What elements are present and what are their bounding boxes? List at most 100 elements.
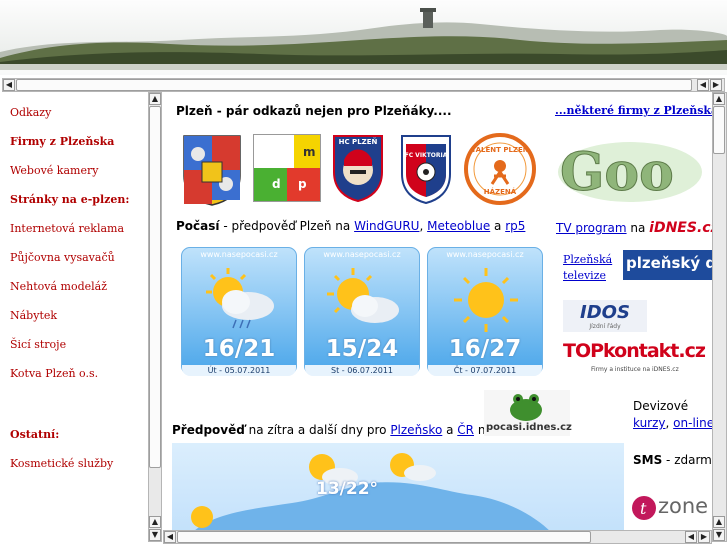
weather-card-temp: 16/21 [202, 336, 276, 362]
pocasi-idnes-logo[interactable]: pocasi.idnes.cz [484, 390, 572, 436]
idnes-logo[interactable]: iDNES.cz [649, 220, 719, 236]
weather-links-line: Počasí - předpověď Plzeň na WindGURU, Me… [176, 219, 525, 233]
coat-of-arms-icon [183, 135, 241, 206]
pmdp-cell [254, 135, 287, 168]
scroll-left-button[interactable]: ◀ [3, 79, 15, 91]
weather-card-source: www.nasepocasi.cz [446, 250, 524, 259]
nav-link-nehtova[interactable]: Nehtová modeláž [10, 280, 107, 293]
firms-link[interactable]: ...některé firmy z Plzeňska, l [555, 104, 727, 117]
viktoria-logo-text: FC VIKTORIA [404, 152, 448, 159]
scrollbar-thumb[interactable] [16, 79, 692, 91]
zone-logo[interactable]: t zone [631, 493, 715, 523]
idos-logo[interactable]: IDOS Jízdní řády [563, 300, 647, 332]
plzensky-denik-text: plzeňský d [626, 254, 713, 272]
nav-heading-e-plzen: Stránky na e-plzen: [10, 193, 130, 206]
weather-label: Počasí [176, 219, 220, 233]
online-link[interactable]: on-line [673, 416, 714, 430]
televize-text: televize [563, 269, 606, 282]
forecast-mid: a [442, 423, 458, 437]
kurzy-line: kurzy, on-line [633, 416, 715, 430]
sms-label: SMS [633, 453, 663, 467]
talent-logo-text: TALENT PLZEŇ [471, 146, 529, 154]
weather-card-day2[interactable]: www.nasepocasi.cz 15/24 St - 06.07.2011 [304, 247, 420, 376]
viktoria-plzen-logo[interactable]: FC VIKTORIA [398, 132, 454, 205]
nav-link-kotva[interactable]: Kotva Plzeň o.s. [10, 367, 98, 380]
map-temperature: 13/22° [316, 479, 379, 499]
sms-line: SMS - zdarma [633, 453, 719, 467]
nav-link-sici-stroje[interactable]: Šicí stroje [10, 338, 66, 351]
scrollbar-thumb[interactable] [149, 106, 161, 468]
pmdp-letter-p2: p [298, 177, 307, 191]
pmdp-logo[interactable]: p m d p [253, 134, 321, 202]
svg-text:t: t [640, 499, 647, 518]
topkontakt-logo[interactable]: TOPkontakt.cz Firmy a instituce na iDNES… [563, 338, 706, 378]
plzensko-link[interactable]: Plzeňsko [390, 423, 442, 437]
topkontakt-text: TOPkontakt.cz [563, 340, 706, 362]
scroll-left-button[interactable]: ◀ [164, 531, 176, 543]
hazena-logo-text: HÁZENÁ [483, 188, 517, 196]
scroll-up-button[interactable]: ▲ [149, 93, 161, 105]
nav-link-webove-kamery[interactable]: Webové kamery [10, 164, 98, 177]
weather-card-day1[interactable]: www.nasepocasi.cz 16/21 Út - 05.07.2011 [181, 247, 297, 376]
tv-na: na [626, 221, 650, 235]
nav-link-odkazy[interactable]: Odkazy [10, 106, 51, 119]
weather-card-day3[interactable]: www.nasepocasi.cz 16/27 Čt - 07.07.2011 [427, 247, 543, 376]
weather-card-temp: 16/27 [448, 336, 522, 362]
scrollbar-thumb[interactable] [713, 106, 725, 154]
nav-link-reklama[interactable]: Internetová reklama [10, 222, 124, 235]
meteoblue-link[interactable]: Meteoblue [427, 219, 490, 233]
scrollbar-thumb[interactable] [177, 531, 591, 543]
scroll-left-button[interactable]: ◀ [697, 79, 709, 91]
pmdp-letter-m-text: m [303, 145, 316, 159]
pmdp-cell-green [254, 168, 287, 201]
idos-text: IDOS [580, 302, 630, 323]
rp5-link[interactable]: rp5 [505, 219, 525, 233]
weather-card-date: Út - 05.07.2011 [182, 365, 296, 376]
nav-link-kosmeticke[interactable]: Kosmetické služby [10, 457, 113, 470]
scroll-down-button[interactable]: ▼ [713, 529, 725, 541]
zone-circle-icon: t [632, 496, 656, 520]
cr-link[interactable]: ČR [457, 423, 474, 437]
weather-card-date: St - 06.07.2011 [305, 365, 419, 376]
weather-card-source: www.nasepocasi.cz [200, 250, 278, 259]
scroll-left-button[interactable]: ◀ [685, 531, 697, 543]
scroll-up-button[interactable]: ▲ [713, 93, 725, 105]
weather-sep: a [490, 219, 506, 233]
zone-text: zone [658, 494, 709, 518]
google-doodle-image: Goo [558, 142, 702, 204]
pocasi-idnes-text: pocasi.idnes.cz [486, 422, 572, 433]
nav-heading-ostatni: Ostatní: [10, 428, 60, 441]
plzenska-text: Plzeňská [563, 253, 613, 266]
kurzy-link[interactable]: kurzy [633, 416, 666, 430]
devizove-text: Devizové [633, 399, 689, 413]
talent-plzen-hazena-logo[interactable]: TALENT PLZEŇ HÁZENÁ [462, 132, 538, 206]
forecast-map[interactable]: 13/22° [172, 443, 624, 533]
windguru-link[interactable]: WindGURU [354, 219, 419, 233]
topkontakt-subtext: Firmy a instituce na iDNES.cz [591, 366, 679, 373]
idos-subtext: Jízdní řády [589, 323, 621, 330]
plzenska-televize-link[interactable]: Plzeňská televize [563, 252, 612, 284]
czech-map-image [191, 453, 552, 533]
scroll-right-button[interactable]: ▶ [710, 79, 722, 91]
nav-link-nabytek[interactable]: Nábytek [10, 309, 57, 322]
scroll-up-button[interactable]: ▲ [149, 516, 161, 528]
right-vertical-scrollbar[interactable] [712, 92, 727, 542]
weather-card-temp: 15/24 [325, 336, 399, 362]
plzen-coat-of-arms-logo[interactable] [180, 132, 244, 206]
scroll-right-button[interactable]: ▶ [698, 531, 710, 543]
header-banner [0, 0, 727, 75]
nav-link-pujcovna[interactable]: Půjčovna vysavačů [10, 251, 115, 264]
tv-program-link[interactable]: TV program [556, 221, 627, 235]
hc-plzen-logo[interactable]: HC PLZEŇ [330, 132, 386, 203]
weather-card-date: Čt - 07.07.2011 [428, 365, 542, 376]
sun-icon [454, 268, 518, 332]
scroll-down-button[interactable]: ▼ [149, 529, 161, 541]
nav-link-firmy[interactable]: Firmy z Plzeňska [10, 135, 114, 148]
cloud-sun-icon [327, 268, 399, 323]
plzensky-denik-logo[interactable]: plzeňský d [623, 250, 713, 280]
hc-logo-text: HC PLZEŇ [338, 138, 378, 146]
page-title: Plzeň - pár odkazů nejen pro Plzeňáky...… [176, 104, 452, 118]
google-logo[interactable]: Goo [556, 132, 704, 206]
scroll-up-button[interactable]: ▲ [713, 516, 725, 528]
forecast-text: na zítra a další dny pro [244, 423, 391, 437]
